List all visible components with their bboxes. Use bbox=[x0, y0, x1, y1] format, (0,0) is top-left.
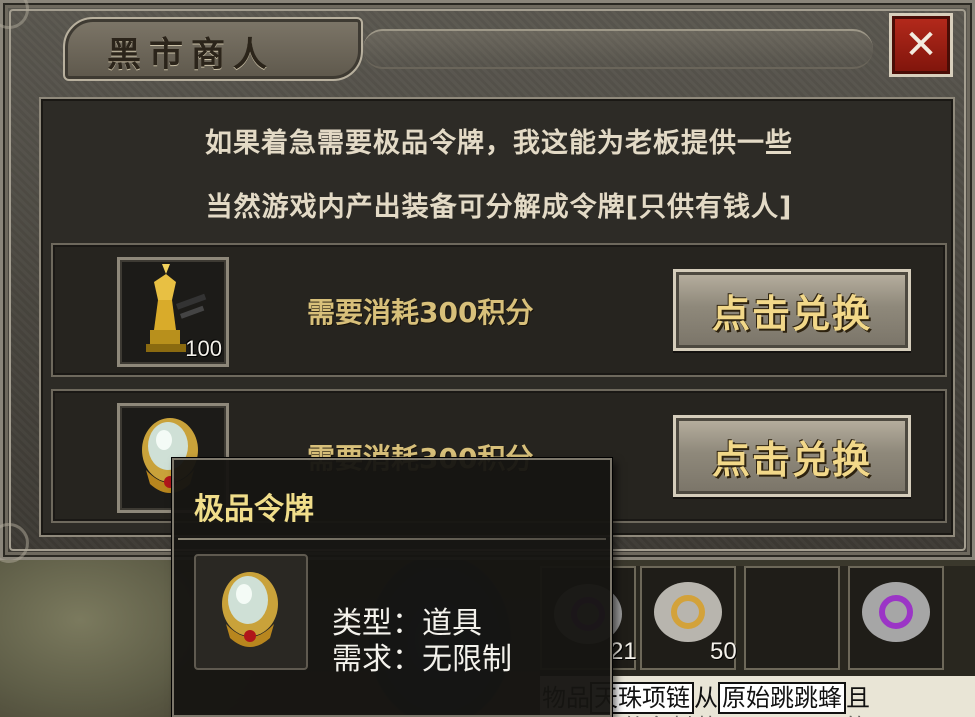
tooltip-title: 极品令牌 bbox=[194, 492, 314, 527]
offer-row: 100 需要消耗300积分 点击兑换 bbox=[51, 243, 947, 377]
slot-count: 21 bbox=[610, 638, 637, 665]
inventory-slot[interactable] bbox=[744, 566, 840, 670]
redeem-button-label: 点击兑换 bbox=[711, 291, 872, 336]
close-button[interactable]: ✕ bbox=[889, 13, 953, 77]
redeem-button-label: 点击兑换 bbox=[711, 437, 872, 482]
slot-count: 50 bbox=[710, 638, 737, 665]
purple-rune-stone-icon bbox=[862, 582, 930, 642]
title-ornament bbox=[363, 29, 873, 69]
frame-ornament bbox=[0, 0, 29, 29]
jade-token-icon bbox=[222, 572, 278, 647]
frame-ornament bbox=[0, 523, 29, 563]
item-tooltip: 极品令牌 类型：道具 需求：无限制 bbox=[172, 458, 612, 717]
redeem-button[interactable]: 点击兑换 bbox=[673, 269, 911, 351]
tooltip-requirement: 需求：无限制 bbox=[332, 642, 512, 677]
close-icon: ✕ bbox=[904, 22, 938, 68]
window-title: 黑市商人 bbox=[107, 35, 275, 75]
inventory-slot[interactable] bbox=[848, 566, 944, 670]
redeem-button[interactable]: 点击兑换 bbox=[673, 415, 911, 497]
description-line-1: 如果着急需要极品令牌，我这能为老板提供一些 bbox=[205, 128, 793, 159]
tooltip-item-slot bbox=[194, 554, 308, 670]
description-line-2: 当然游戏内产出装备可分解成令牌[只供有钱人] bbox=[205, 192, 793, 223]
tooltip-divider bbox=[178, 538, 606, 540]
item-slot[interactable]: 100 bbox=[117, 257, 229, 367]
item-count: 100 bbox=[185, 336, 222, 361]
cost-label: 需要消耗300积分 bbox=[307, 296, 534, 329]
inventory-slot[interactable]: 50 bbox=[640, 566, 737, 670]
